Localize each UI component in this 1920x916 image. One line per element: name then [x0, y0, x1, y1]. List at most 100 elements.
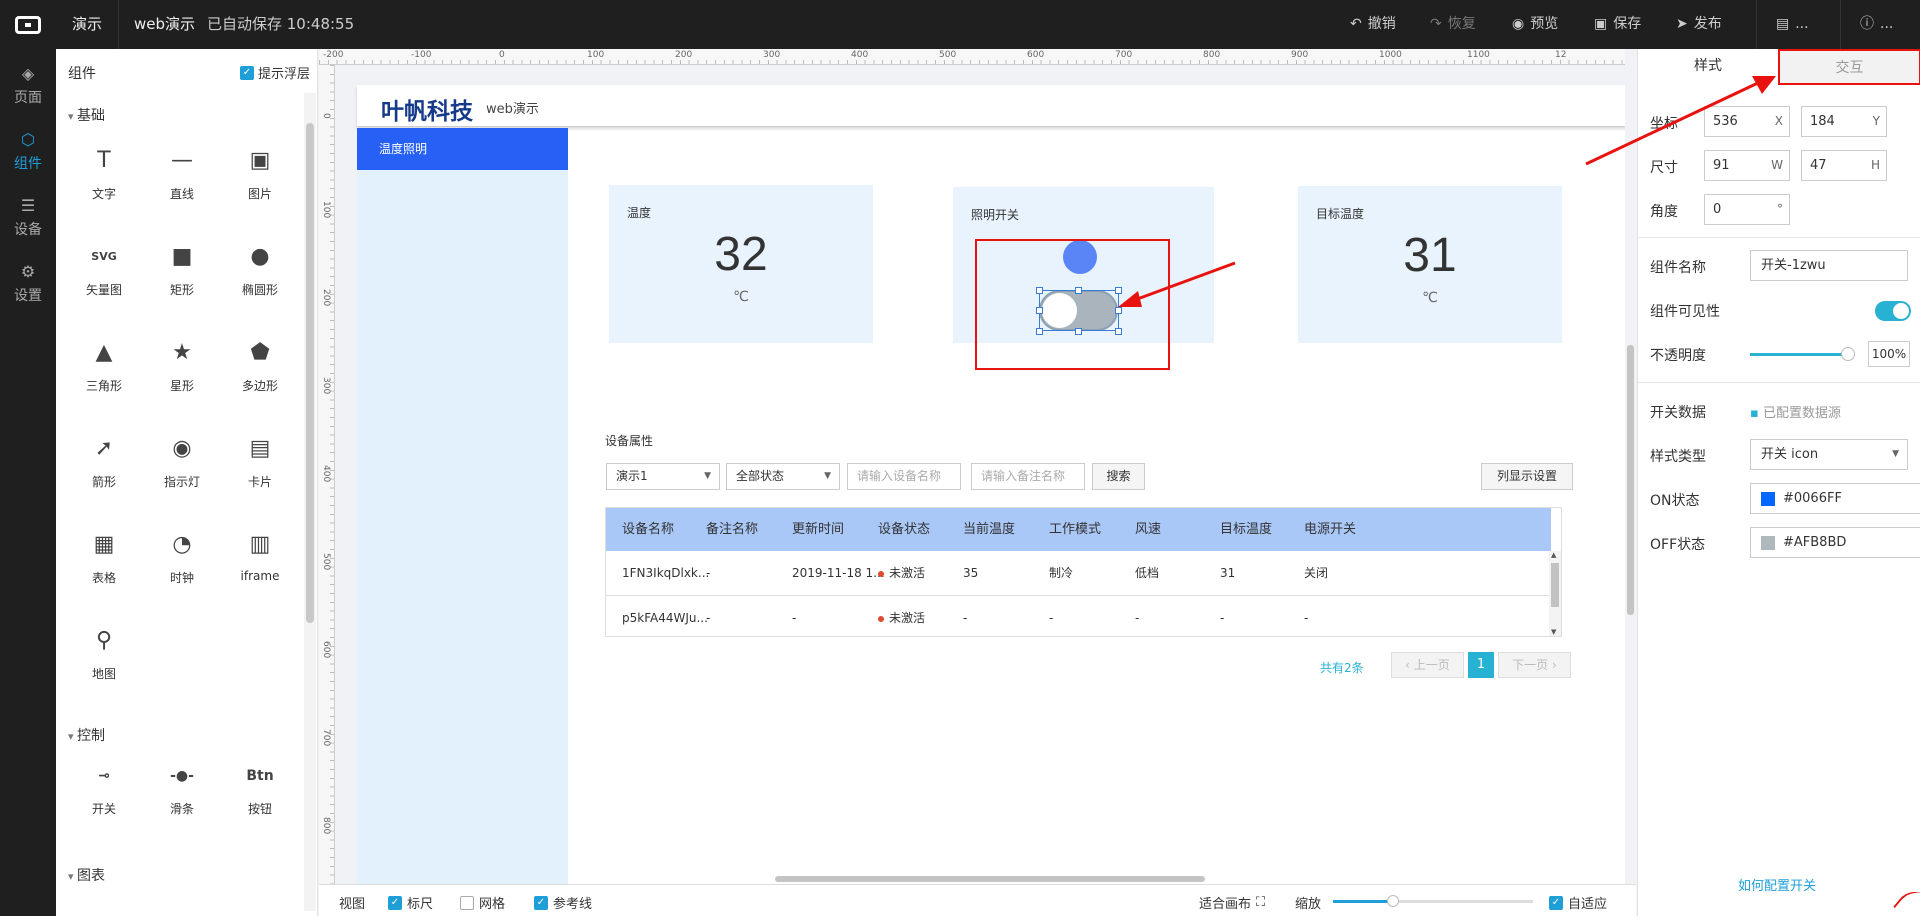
tip-toggle[interactable]: ✓ 提示浮层 [240, 63, 310, 82]
component-item[interactable]: ▥ iframe [230, 529, 290, 583]
save-button[interactable]: ▣ 保存 [1594, 0, 1641, 49]
opacity-value[interactable]: 100% [1868, 341, 1910, 367]
component-item[interactable]: T 文字 [74, 145, 134, 202]
table-column-header[interactable]: 备注名称 [706, 508, 758, 551]
component-item[interactable]: ■ 矩形 [152, 241, 212, 298]
target-temperature-card[interactable]: 目标温度 31 ℃ [1298, 186, 1562, 343]
component-item[interactable]: — 直线 [152, 145, 212, 202]
undo-icon: ↶ [1350, 16, 1362, 32]
table-column-header[interactable]: 设备名称 [622, 508, 674, 551]
checkbox-icon[interactable]: ✓ [1549, 895, 1563, 910]
component-item[interactable]: ⚲ 地图 [74, 625, 134, 682]
column-settings-button[interactable]: 列显示设置 [1481, 463, 1573, 490]
checkbox-icon[interactable]: ✓ [240, 65, 254, 80]
nav-settings[interactable]: ⚙ 设置 [0, 251, 56, 317]
component-item[interactable]: ▣ 图片 [230, 145, 290, 202]
scroll-up-icon[interactable]: ▲ [1551, 551, 1556, 559]
table-column-header[interactable]: 风速 [1135, 508, 1161, 551]
tab-interaction[interactable]: 交互 [1778, 49, 1920, 85]
data-source-status[interactable]: ▪ 已配置数据源 [1750, 402, 1841, 421]
scroll-thumb[interactable] [1551, 563, 1559, 607]
checkbox-icon[interactable]: ✓ [388, 895, 402, 910]
style-type-select[interactable]: 开关 icon ▼ [1750, 439, 1908, 470]
off-color-swatch[interactable] [1761, 535, 1775, 550]
nav-devices[interactable]: ☰ 设备 [0, 185, 56, 251]
nav-pages[interactable]: ◈ 页面 [0, 53, 56, 119]
y-input[interactable]: 184 Y [1801, 106, 1887, 137]
control-item[interactable]: -●- 滑条 [152, 760, 212, 817]
component-item[interactable]: ➚ 箭形 [74, 433, 134, 490]
component-item[interactable]: ◔ 时钟 [152, 529, 212, 586]
notes-button[interactable]: ▤... [1776, 0, 1809, 49]
sidebar-item-temp-light[interactable]: 温度照明 [357, 128, 568, 170]
table-column-header[interactable]: 设备状态 [878, 508, 930, 551]
publish-button[interactable]: ➤ 发布 [1676, 0, 1722, 49]
zoom-slider[interactable] [1333, 895, 1533, 907]
opacity-knob[interactable] [1841, 347, 1855, 361]
table-row[interactable]: 1FN3IkqDlxk... - 2019-11-18 1... 未激活 35 制冷 低档 3… [606, 551, 1551, 596]
remark-name-input[interactable]: 请输入备注名称 [971, 463, 1085, 490]
scroll-thumb[interactable] [1627, 345, 1634, 615]
preview-button[interactable]: ◉ 预览 [1512, 0, 1558, 49]
table-column-header[interactable]: 电源开关 [1304, 508, 1356, 551]
table-scrollbar[interactable]: ▲ ▼ [1549, 551, 1561, 636]
next-page-button[interactable]: 下一页 › [1498, 652, 1571, 678]
project-name[interactable]: web演示 [134, 0, 195, 49]
grid-toggle[interactable]: 网格 [460, 893, 505, 912]
component-item[interactable]: ▲ 三角形 [74, 337, 134, 394]
height-input[interactable]: 47 H [1801, 150, 1887, 181]
scroll-thumb[interactable] [306, 123, 314, 623]
component-name-input[interactable]: 开关-1zwu [1750, 250, 1908, 281]
help-button[interactable]: ⓘ... [1860, 0, 1893, 49]
temperature-card[interactable]: 温度 32 ℃ [609, 185, 873, 343]
help-link[interactable]: 如何配置开关 [1738, 875, 1816, 894]
table-column-header[interactable]: 工作模式 [1049, 508, 1101, 551]
status-select[interactable]: 全部状态 ▼ [726, 463, 840, 490]
on-color-input[interactable]: #0066FF [1750, 483, 1920, 514]
table-row[interactable]: p5kFA44WJu... - - 未激活 - - - - - [606, 596, 1551, 636]
prev-page-button[interactable]: ‹ 上一页 [1391, 652, 1464, 678]
zoom-knob[interactable] [1387, 895, 1399, 907]
component-item[interactable]: ★ 星形 [152, 337, 212, 394]
on-color-swatch[interactable] [1761, 491, 1775, 506]
section-basic[interactable]: 基础 [68, 105, 105, 125]
off-color-input[interactable]: #AFB8BD [1750, 527, 1920, 558]
current-page[interactable]: 1 [1468, 652, 1494, 678]
guides-toggle[interactable]: ✓ 参考线 [534, 893, 592, 912]
redo-button[interactable]: ↷ 恢复 [1430, 0, 1476, 49]
panel-scrollbar[interactable] [304, 93, 316, 911]
component-item[interactable]: ● 椭圆形 [230, 241, 290, 298]
table-column-header[interactable]: 目标温度 [1220, 508, 1272, 551]
canvas-horizontal-scrollbar[interactable] [775, 876, 1205, 882]
table-column-header[interactable]: 更新时间 [792, 508, 844, 551]
section-control[interactable]: 控制 [68, 725, 105, 745]
device-name-input[interactable]: 请输入设备名称 [847, 463, 961, 490]
angle-input[interactable]: 0 ° [1704, 194, 1790, 225]
visibility-toggle[interactable] [1875, 301, 1911, 321]
checkbox-icon[interactable]: ✓ [534, 895, 548, 910]
checkbox-icon[interactable] [460, 895, 474, 910]
tab-demo[interactable]: 演示 [72, 0, 102, 49]
component-item[interactable]: SVG 矢量图 [74, 241, 134, 298]
control-item[interactable]: ⊸ 开关 [74, 760, 134, 817]
eye-icon: ◉ [1512, 16, 1525, 32]
component-item[interactable]: ▦ 表格 [74, 529, 134, 586]
undo-button[interactable]: ↶ 撤销 [1350, 0, 1396, 49]
scroll-down-icon[interactable]: ▼ [1551, 628, 1556, 636]
component-item[interactable]: ▤ 卡片 [230, 433, 290, 490]
control-item[interactable]: Btn 按钮 [230, 760, 290, 817]
component-item[interactable]: ⬟ 多边形 [230, 337, 290, 394]
card-title: 目标温度 [1316, 207, 1365, 221]
opacity-slider[interactable] [1750, 353, 1846, 356]
device-select[interactable]: 演示1 ▼ [606, 463, 720, 490]
page-header[interactable]: 叶帆科技 web演示 [357, 85, 1630, 127]
ruler-toggle[interactable]: ✓ 标尺 [388, 893, 433, 912]
auto-fit-toggle[interactable]: ✓ 自适应 [1549, 893, 1607, 912]
app-logo-icon[interactable] [0, 0, 56, 49]
section-chart[interactable]: 图表 [68, 865, 105, 885]
table-column-header[interactable]: 当前温度 [963, 508, 1015, 551]
component-item[interactable]: ◉ 指示灯 [152, 433, 212, 490]
search-button[interactable]: 搜索 [1092, 463, 1145, 490]
nav-components[interactable]: ⬡ 组件 [0, 119, 56, 185]
fit-canvas-button[interactable]: 适合画布 ⛶ [1199, 893, 1265, 912]
